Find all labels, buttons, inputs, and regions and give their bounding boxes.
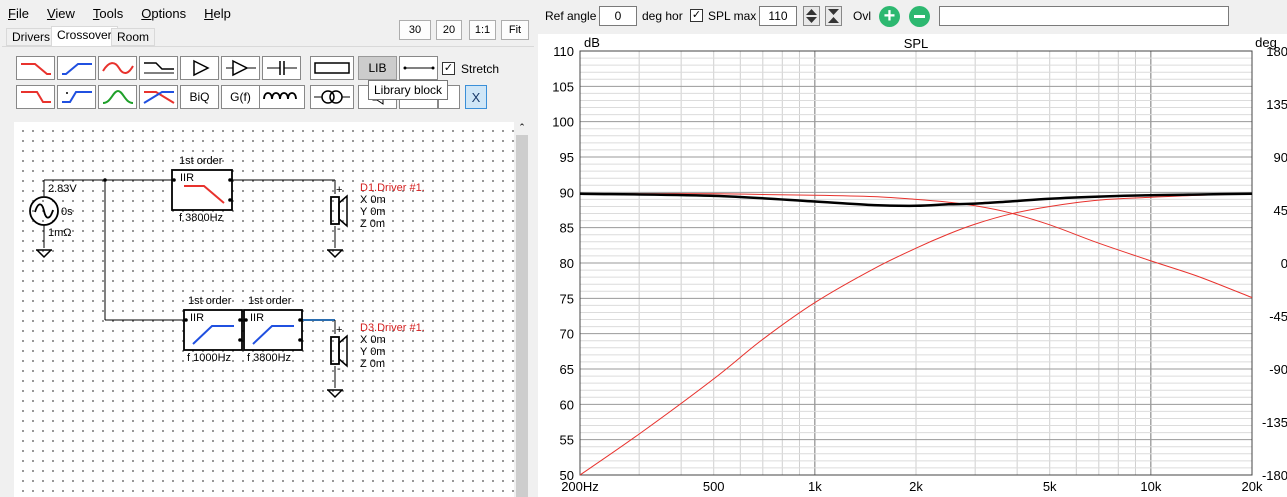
source-voltage: 2.83V	[48, 183, 77, 195]
ground-icon	[327, 389, 343, 399]
y-tick-label: 55	[560, 433, 574, 448]
add-overlay-plus-icon[interactable]: +	[879, 6, 900, 27]
y2-tick-label: 45	[1274, 203, 1287, 218]
block3-header: 1st order	[248, 295, 292, 307]
schematic-wiring: + - + -	[29, 169, 348, 399]
spl-max-checkbox[interactable]: ✓	[690, 9, 703, 22]
speaker-symbol-icon	[330, 334, 348, 368]
x-tick-label: 20k	[1242, 479, 1263, 494]
block1-freq: f 3800Hz	[179, 212, 224, 224]
y-tick-label: 65	[560, 362, 574, 377]
spl-chart[interactable]: 1101051009590858075706560555018013590450…	[538, 34, 1287, 497]
driver1-y: Y 0m	[360, 206, 386, 218]
block1-type: IIR	[180, 172, 195, 184]
up-down-arrows-icon	[806, 9, 817, 23]
ground-icon	[36, 249, 52, 259]
y-axis-label: dB	[584, 35, 600, 50]
y2-tick-label: 135	[1266, 97, 1287, 112]
speaker-symbol-icon	[330, 194, 348, 228]
y2-tick-label: 0	[1281, 256, 1287, 271]
svg-text:-: -	[337, 223, 341, 235]
source-delay: 0s	[61, 206, 73, 218]
y-tick-label: 85	[560, 221, 574, 236]
y2-axis-label: deg	[1255, 35, 1277, 50]
x-tick-label: 1k	[808, 479, 822, 494]
driver1-x: X 0m	[360, 194, 386, 206]
driver2-z: Z 0m	[360, 358, 386, 370]
spl-max-label: SPL max	[708, 9, 757, 23]
svg-text:+: +	[336, 324, 342, 336]
y2-tick-label: -90	[1269, 362, 1287, 377]
hourglass-arrows-icon	[828, 9, 839, 23]
source-impedance: 1mΩ	[48, 227, 72, 239]
remove-overlay-minus-icon[interactable]	[909, 6, 930, 27]
ovl-label: Ovl	[853, 9, 871, 23]
y-tick-label: 80	[560, 256, 574, 271]
block2-type: IIR	[190, 312, 205, 324]
block1-header: 1st order	[179, 155, 223, 167]
spl-max-stepper[interactable]	[803, 6, 820, 26]
y-tick-label: 105	[552, 79, 574, 94]
deg-hor-label: deg hor	[642, 9, 683, 23]
block3-type: IIR	[250, 312, 265, 324]
driver2-x: X 0m	[360, 334, 386, 346]
y2-tick-label: -45	[1269, 309, 1287, 324]
chart-title: SPL	[904, 36, 929, 51]
driver2-name[interactable]: D3.Driver #1.	[360, 322, 425, 334]
y2-tick-label: 90	[1274, 150, 1287, 165]
y2-tick-label: -135	[1262, 415, 1287, 430]
y-tick-label: 75	[560, 291, 574, 306]
x-tick-label: 5k	[1043, 479, 1057, 494]
y2-tick-label: -180	[1262, 468, 1287, 483]
ref-angle-label: Ref angle	[545, 9, 597, 23]
x-tick-label: 200Hz	[561, 479, 599, 494]
scrollbar-thumb[interactable]	[516, 135, 528, 497]
scroll-up-icon[interactable]: ⌃	[516, 122, 528, 132]
y-tick-label: 110	[553, 44, 574, 59]
x-tick-label: 10k	[1140, 479, 1161, 494]
x-tick-label: 2k	[909, 479, 923, 494]
svg-text:-: -	[337, 363, 341, 375]
block2-freq: f 1000Hz	[187, 352, 232, 364]
driver1-name[interactable]: D1.Driver #1.	[360, 182, 425, 194]
svg-text:+: +	[336, 184, 342, 196]
driver2-y: Y 0m	[360, 346, 386, 358]
block2-header: 1st order	[188, 295, 232, 307]
y-tick-label: 60	[560, 397, 574, 412]
ground-icon	[327, 249, 343, 259]
x-tick-label: 500	[703, 479, 725, 494]
y-tick-label: 90	[560, 185, 574, 200]
block3-freq: f 3800Hz	[247, 352, 292, 364]
ref-angle-input[interactable]: 0	[599, 6, 637, 26]
y-tick-label: 100	[552, 115, 574, 130]
spl-max-fit-button[interactable]	[825, 6, 842, 26]
y-tick-label: 95	[560, 150, 574, 165]
spl-max-input[interactable]: 110	[759, 6, 797, 26]
driver1-z: Z 0m	[360, 218, 386, 230]
y-tick-label: 70	[560, 327, 574, 342]
overlay-name-field[interactable]	[939, 6, 1229, 26]
